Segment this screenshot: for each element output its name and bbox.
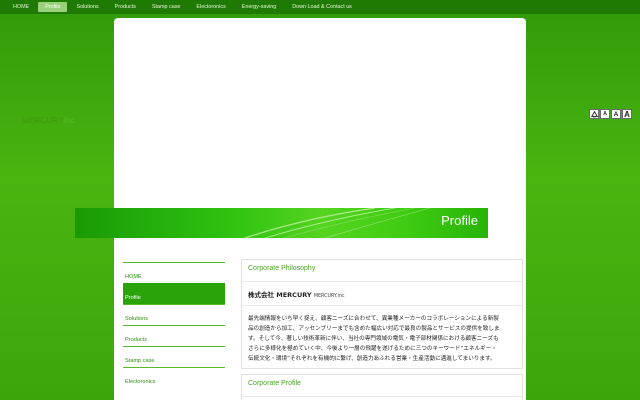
logo-main: MERCURY xyxy=(22,116,64,125)
company-sub-name: MERCURY.inc xyxy=(313,294,345,299)
nav-stamp-case[interactable]: Stamp case xyxy=(145,2,187,12)
nav-solutions[interactable]: Solutions xyxy=(69,2,105,12)
site-logo[interactable]: MERCURYInc xyxy=(22,116,75,125)
nav-electronics[interactable]: Electoronics xyxy=(189,2,232,12)
font-large-button[interactable]: A xyxy=(622,109,632,119)
philosophy-line: 伝統文化・環境”それぞれを有機的に繋げ、創造力あふれる営業・生産活動に邁進してま… xyxy=(248,356,496,362)
profile-heading: Corporate Profile xyxy=(242,375,522,397)
company-name-row: 株式会社 MERCURY MERCURY.inc xyxy=(242,282,522,306)
side-item-solutions[interactable]: Solutions xyxy=(123,304,225,325)
banner-light-streak xyxy=(244,208,431,238)
nav-energy-saving[interactable]: Energy-saving xyxy=(235,2,283,12)
nav-download-contact[interactable]: Down Load & Contact us xyxy=(285,2,359,12)
top-navigation: HOME Profile Solutions Products Stamp ca… xyxy=(0,0,640,14)
philosophy-line: 最先端情報をいち早く捉え、顧客ニーズに合わせて、異業種メーカーのコラボレーション… xyxy=(248,316,499,322)
philosophy-panel: Corporate Philosophy 株式会社 MERCURY MERCUR… xyxy=(241,259,523,369)
side-item-profile[interactable]: Profile xyxy=(123,283,225,304)
side-item-stamp-case[interactable]: Stamp case xyxy=(123,346,225,367)
side-item-products[interactable]: Products xyxy=(123,325,225,346)
reset-font-icon[interactable] xyxy=(589,109,599,119)
side-menu: HOME Profile Solutions Products Stamp ca… xyxy=(123,262,225,388)
font-medium-button[interactable]: A xyxy=(611,109,621,119)
side-item-electronics[interactable]: Electoronics xyxy=(123,367,225,388)
philosophy-line: 品の創造から加工、アッセンブリーまでも含めた幅広い対応で最良の製品とサービスの提… xyxy=(248,326,500,332)
philosophy-heading: Corporate Philosophy xyxy=(242,260,522,282)
profile-panel: Corporate Profile xyxy=(241,374,523,400)
nav-products[interactable]: Products xyxy=(108,2,143,12)
philosophy-line: す。そして今、著しい技術革新に伴い、当社の専門領域の電気・電子部材関係における顧… xyxy=(248,336,499,342)
nav-profile[interactable]: Profile xyxy=(38,2,68,12)
philosophy-line: さらに多様化を極めていく中、今後より一層の飛躍を遂げるために三つのキーワード“エ… xyxy=(248,346,497,352)
font-small-button[interactable]: A xyxy=(600,109,610,119)
company-name: 株式会社 MERCURY xyxy=(248,291,312,299)
nav-home[interactable]: HOME xyxy=(6,2,36,12)
page-banner: Profile xyxy=(75,208,488,238)
side-item-home[interactable]: HOME xyxy=(123,262,225,283)
logo-suffix: Inc xyxy=(63,116,75,125)
banner-title: Profile xyxy=(441,213,478,228)
philosophy-text: 最先端情報をいち早く捉え、顧客ニーズに合わせて、異業種メーカーのコラボレーション… xyxy=(242,306,522,364)
font-size-controls: A A A xyxy=(589,109,632,119)
